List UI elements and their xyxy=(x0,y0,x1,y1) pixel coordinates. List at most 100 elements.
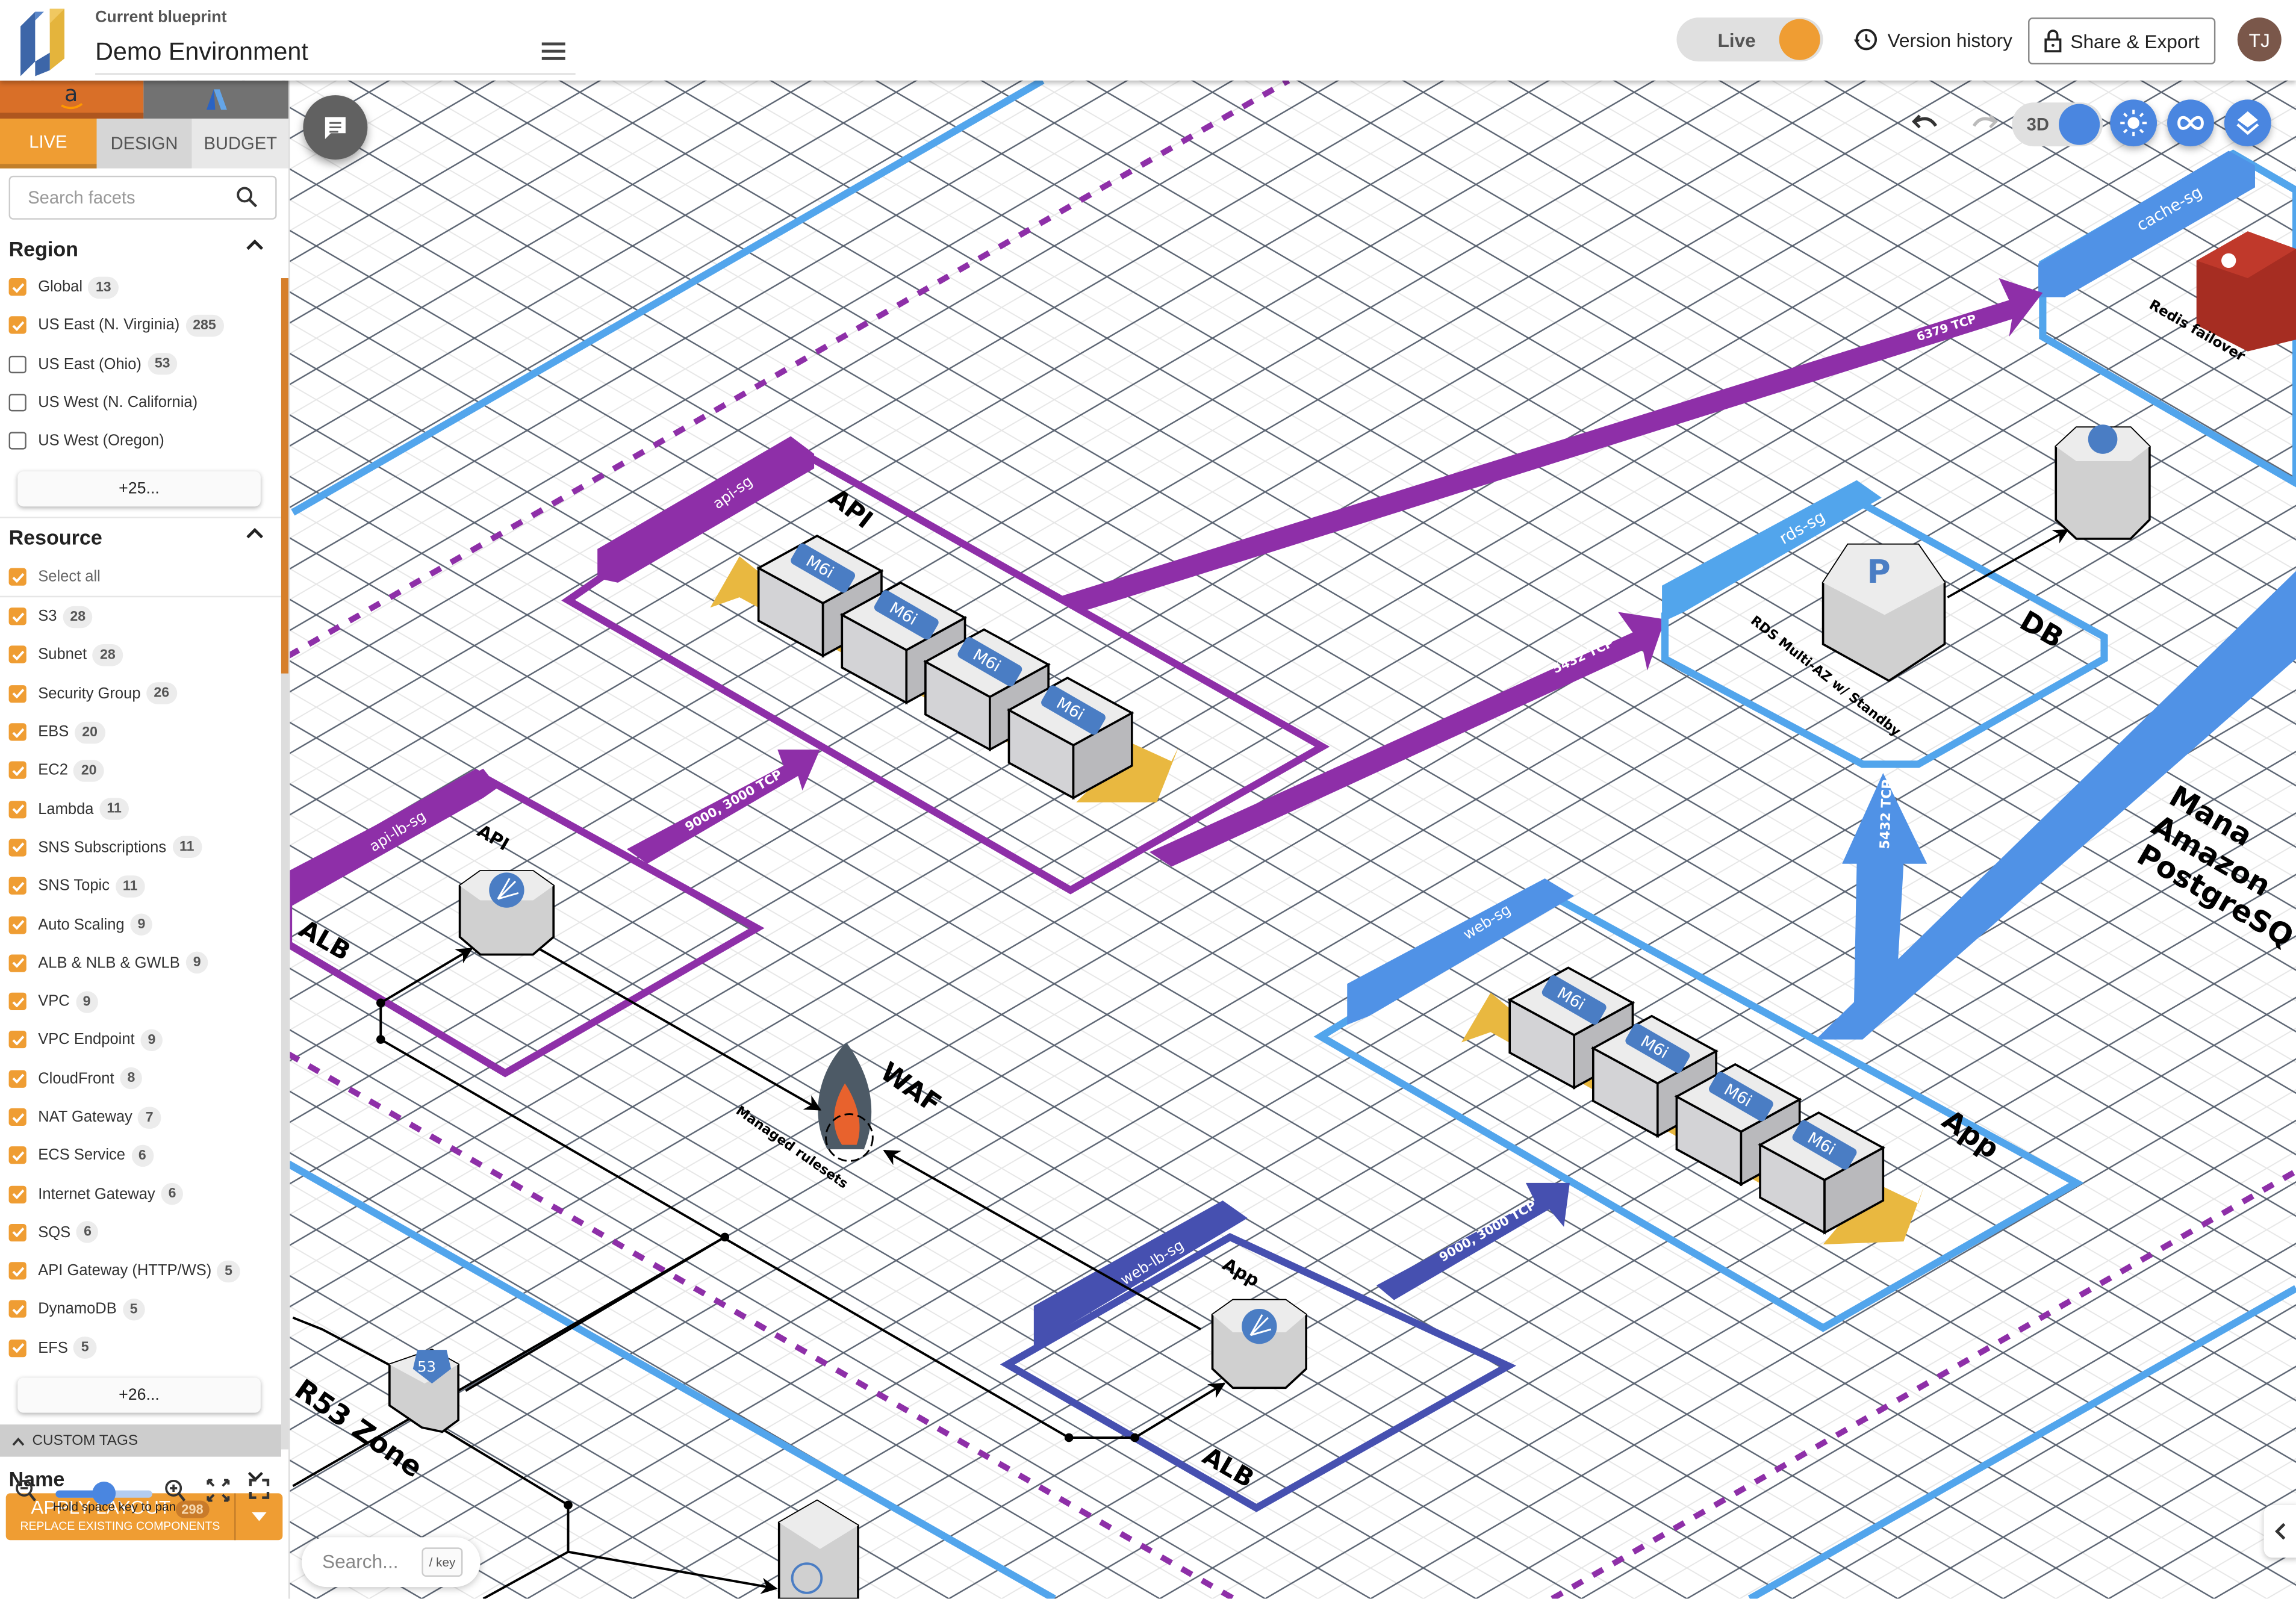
right-panel-toggle[interactable] xyxy=(2263,1504,2296,1558)
diagram-canvas[interactable]: 5432 TCP cache-sg Redis failover api-sg … xyxy=(0,0,2296,1599)
checkbox-checked[interactable] xyxy=(8,993,26,1011)
facet-item[interactable]: NAT Gateway 7 xyxy=(8,1098,278,1137)
facet-item[interactable]: VPC Endpoint 9 xyxy=(8,1021,278,1060)
facet-item[interactable]: EC2 20 xyxy=(8,751,278,790)
select-all-checkbox[interactable] xyxy=(8,568,26,586)
search-icon[interactable] xyxy=(236,186,258,208)
chevron-up-icon[interactable] xyxy=(246,238,264,253)
checkbox-checked[interactable] xyxy=(8,317,26,335)
fit-to-screen-icon[interactable] xyxy=(207,1479,230,1502)
version-history-button[interactable]: Version history xyxy=(1852,20,2012,58)
facet-item[interactable]: EFS 5 xyxy=(8,1329,278,1367)
facet-item[interactable]: SNS Topic 11 xyxy=(8,867,278,905)
checkbox-checked[interactable] xyxy=(8,916,26,934)
facet-label: CloudFront xyxy=(38,1069,114,1088)
live-toggle[interactable]: Live xyxy=(1676,17,1823,62)
junction-dot xyxy=(1064,1433,1074,1442)
connections-button[interactable] xyxy=(2167,99,2214,147)
blueprint-title[interactable]: Demo Environment xyxy=(95,38,308,67)
checkbox-checked[interactable] xyxy=(8,1069,26,1088)
facet-item[interactable]: SQS 6 xyxy=(8,1213,278,1252)
checkbox-checked[interactable] xyxy=(8,1223,26,1241)
resource-more-button[interactable]: +26... xyxy=(17,1377,261,1413)
facet-item[interactable]: US West (Oregon) xyxy=(8,422,278,461)
alb-icon[interactable] xyxy=(1211,1299,1307,1389)
menu-button[interactable] xyxy=(541,42,565,63)
checkbox-checked[interactable] xyxy=(8,1108,26,1126)
user-avatar[interactable]: TJ xyxy=(2237,17,2282,62)
checkbox-checked[interactable] xyxy=(8,1185,26,1203)
checkbox-checked[interactable] xyxy=(8,278,26,296)
undo-icon[interactable] xyxy=(1911,108,1940,138)
facet-item[interactable]: DynamoDB 5 xyxy=(8,1290,278,1329)
tab-azure[interactable] xyxy=(143,80,289,119)
facet-item[interactable]: SNS Subscriptions 11 xyxy=(8,828,278,867)
app-logo-icon[interactable] xyxy=(17,6,70,76)
facet-item[interactable]: Security Group 26 xyxy=(8,674,278,713)
chevron-up-icon[interactable] xyxy=(246,527,264,541)
facet-item[interactable]: Subnet 28 xyxy=(8,636,278,674)
region-list: Global 13 US East (N. Virginia) 285 US East … xyxy=(8,268,278,461)
custom-tags-header[interactable]: CUSTOM TAGS xyxy=(0,1424,281,1457)
checkbox-checked[interactable] xyxy=(8,839,26,857)
checkbox-checked[interactable] xyxy=(8,607,26,626)
region-section-header[interactable]: Region xyxy=(9,237,273,261)
share-export-button[interactable]: Share & Export xyxy=(2028,17,2216,64)
checkbox-checked[interactable] xyxy=(8,1146,26,1165)
select-all-row[interactable]: Select all xyxy=(8,558,278,597)
facet-item[interactable]: Auto Scaling 9 xyxy=(8,905,278,944)
comments-button[interactable] xyxy=(303,95,368,160)
zoom-slider[interactable] xyxy=(55,1481,152,1505)
tab-budget[interactable]: BUDGET xyxy=(192,118,289,169)
fullscreen-icon[interactable] xyxy=(249,1479,270,1499)
facet-item[interactable]: VPC 9 xyxy=(8,983,278,1021)
checkbox-unchecked[interactable] xyxy=(8,355,26,373)
facet-item[interactable]: ECS Service 6 xyxy=(8,1136,278,1175)
resource-section-header[interactable]: Resource xyxy=(9,526,273,549)
facet-item[interactable]: API Gateway (HTTP/WS) 5 xyxy=(8,1252,278,1290)
checkbox-unchecked[interactable] xyxy=(8,394,26,412)
facet-item[interactable]: S3 28 xyxy=(8,597,278,636)
zoom-out-icon[interactable] xyxy=(14,1479,38,1505)
layers-button[interactable] xyxy=(2224,99,2271,147)
canvas-search[interactable]: / key xyxy=(301,1537,481,1588)
region-more-button[interactable]: +25... xyxy=(17,471,261,507)
checkbox-checked[interactable] xyxy=(8,723,26,741)
facet-item[interactable]: CloudFront 8 xyxy=(8,1060,278,1098)
facet-label: ALB & NLB & GWLB xyxy=(38,954,180,972)
canvas-search-input[interactable] xyxy=(319,1548,428,1574)
alb-icon[interactable] xyxy=(458,870,555,956)
checkbox-checked[interactable] xyxy=(8,685,26,703)
checkbox-unchecked[interactable] xyxy=(8,432,26,450)
rds-replica-icon[interactable] xyxy=(2055,424,2151,540)
facet-item[interactable]: Lambda 11 xyxy=(8,790,278,828)
facet-item[interactable]: Global 13 xyxy=(8,268,278,306)
facet-search[interactable] xyxy=(8,175,277,220)
checkbox-checked[interactable] xyxy=(8,762,26,780)
scrollbar-thumb[interactable] xyxy=(281,278,289,674)
sidebar-scrollbar[interactable] xyxy=(281,278,289,1450)
facet-count-badge: 8 xyxy=(120,1067,143,1090)
facet-item[interactable]: US East (N. Virginia) 285 xyxy=(8,306,278,345)
diagram-svg[interactable]: 5432 TCP cache-sg Redis failover api-sg … xyxy=(0,0,2296,1599)
checkbox-checked[interactable] xyxy=(8,646,26,664)
facet-item[interactable]: ALB & NLB & GWLB 9 xyxy=(8,944,278,983)
checkbox-checked[interactable] xyxy=(8,1031,26,1049)
facet-item[interactable]: US East (Ohio) 53 xyxy=(8,345,278,383)
3d-view-toggle[interactable]: 3D xyxy=(2012,102,2103,147)
facet-search-input[interactable] xyxy=(25,177,236,219)
tab-live[interactable]: LIVE xyxy=(0,118,96,169)
tab-aws[interactable]: a xyxy=(0,80,144,119)
facet-item[interactable]: US West (N. California) xyxy=(8,383,278,422)
tab-design[interactable]: DESIGN xyxy=(96,118,193,169)
theme-button[interactable] xyxy=(2110,99,2158,147)
checkbox-checked[interactable] xyxy=(8,1300,26,1318)
checkbox-checked[interactable] xyxy=(8,800,26,818)
facet-item[interactable]: EBS 20 xyxy=(8,713,278,751)
checkbox-checked[interactable] xyxy=(8,1339,26,1357)
checkbox-checked[interactable] xyxy=(8,954,26,972)
facet-item[interactable]: Internet Gateway 6 xyxy=(8,1175,278,1213)
checkbox-checked[interactable] xyxy=(8,1262,26,1280)
checkbox-checked[interactable] xyxy=(8,877,26,895)
redo-icon[interactable] xyxy=(1970,108,1999,138)
